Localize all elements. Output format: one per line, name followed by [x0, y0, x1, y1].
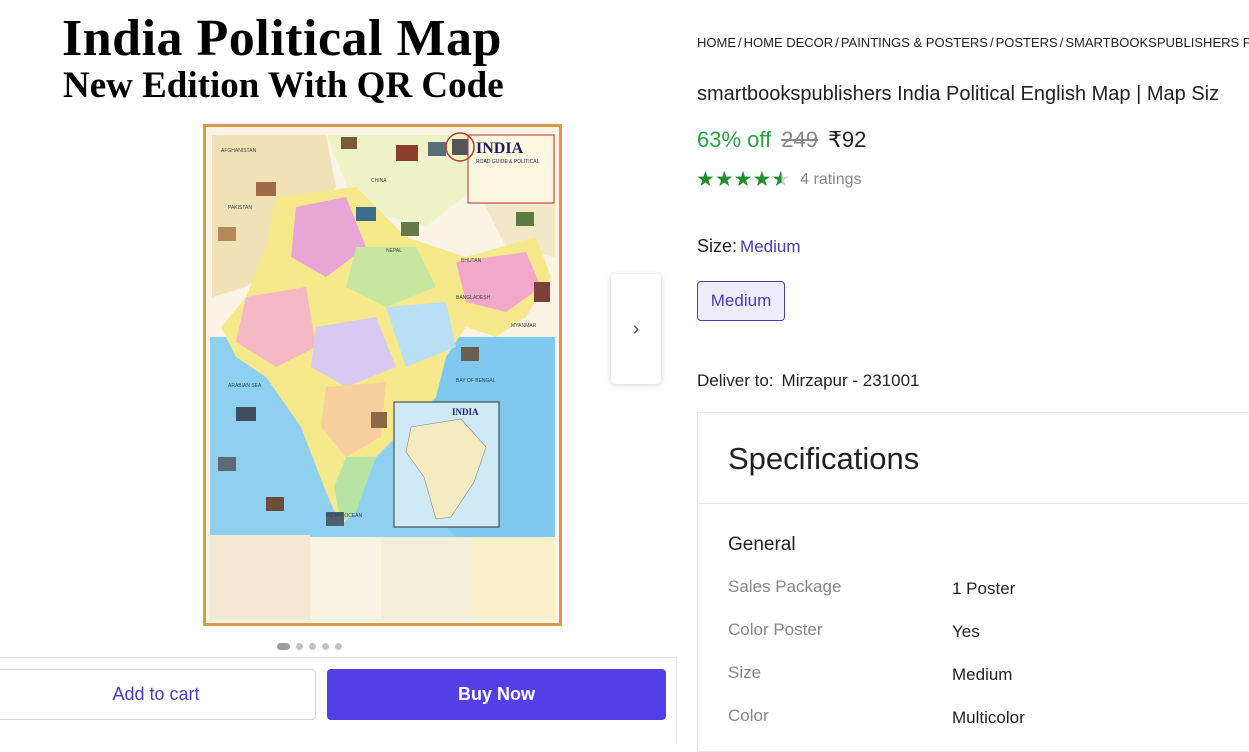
spec-value: Medium — [952, 665, 1013, 684]
label-myanmar: MYANMAR — [511, 323, 537, 329]
spec-key: Size — [728, 663, 762, 682]
carousel-dot[interactable] — [277, 643, 290, 650]
label-afghanistan: AFGHANISTAN — [221, 148, 257, 154]
label-china: CHINA — [371, 178, 387, 184]
poster-subtitle: New Edition With QR Code — [63, 65, 504, 106]
spec-key: Color Poster — [728, 620, 823, 639]
breadcrumb: HOME / HOME DECOR / PAINTINGS & POSTERS / POST… — [697, 35, 1249, 50]
poster-title: India Political Map — [62, 10, 502, 67]
breadcrumb-home-decor[interactable]: HOME DECOR — [744, 35, 834, 50]
star-icon: ★ — [733, 168, 753, 191]
carousel-dot[interactable] — [296, 643, 303, 650]
inset-heading: INDIA — [452, 407, 479, 417]
map-subheading: ROAD GUIDE & POLITICAL — [476, 159, 540, 165]
star-icon: ★ — [696, 168, 715, 191]
product-image[interactable]: INDIA ROAD GUIDE & POLITICAL INDIA AFGHA… — [203, 124, 562, 626]
label-bhutan: BHUTAN — [461, 258, 482, 264]
discount-label: 63% off — [697, 127, 772, 152]
star-icon: ★ — [752, 168, 772, 191]
spec-value: Multicolor — [952, 708, 1025, 727]
rating-count[interactable]: 4 ratings — [800, 171, 861, 189]
label-bangladesh: BANGLADESH — [456, 295, 491, 301]
spec-row: Color Multicolor — [728, 706, 1228, 736]
delivery-pincode[interactable]: Mirzapur - 231001 — [782, 371, 920, 390]
breadcrumb-posters[interactable]: POSTERS — [996, 35, 1058, 50]
india-map-illustration: INDIA ROAD GUIDE & POLITICAL INDIA AFGHA… — [206, 127, 559, 623]
spec-section-general: General — [728, 534, 796, 555]
rating-row[interactable]: ★ ★ ★ ★ ★ 4 ratings — [696, 168, 862, 192]
carousel-dot[interactable] — [335, 643, 342, 650]
size-selector-label: Size: Medium — [697, 236, 801, 257]
deliver-to-label: Deliver to: — [697, 371, 774, 390]
chevron-right-icon: › — [632, 317, 640, 340]
spec-row: Sales Package 1 Poster — [728, 577, 1228, 607]
label-indian-ocean: INDIAN OCEAN — [326, 513, 363, 519]
breadcrumb-separator: / — [1059, 35, 1064, 50]
original-price: 249 — [781, 127, 818, 152]
selected-size-value: Medium — [740, 237, 801, 256]
breadcrumb-separator: / — [738, 35, 742, 50]
spec-row: Color Poster Yes — [728, 620, 1228, 650]
breadcrumb-separator: / — [835, 35, 839, 50]
map-heading: INDIA — [476, 140, 524, 157]
star-icon: ★ — [714, 168, 734, 191]
half-star-icon: ★ — [771, 168, 791, 191]
carousel-dot[interactable] — [322, 643, 329, 650]
specifications-header: Specifications — [698, 413, 1249, 504]
size-option-medium[interactable]: Medium — [697, 281, 785, 321]
breadcrumb-home[interactable]: HOME — [697, 35, 736, 50]
breadcrumb-brand[interactable]: SMARTBOOKSPUBLISHERS POS — [1065, 35, 1249, 50]
spec-value: Yes — [952, 622, 980, 641]
carousel-next-button[interactable]: › — [611, 274, 661, 384]
add-to-cart-button[interactable]: Add to cart — [0, 669, 316, 720]
selling-price: ₹92 — [827, 127, 867, 152]
specifications-title: Specifications — [728, 441, 920, 476]
carousel-indicator — [277, 643, 342, 650]
spec-value: 1 Poster — [952, 579, 1016, 598]
star-rating: ★ ★ ★ ★ ★ — [696, 168, 790, 192]
product-title: smartbookspublishers India Political Eng… — [697, 83, 1220, 105]
spec-key: Color — [728, 706, 769, 725]
price-row: 63% off 249 ₹92 — [697, 127, 866, 153]
breadcrumb-separator: / — [989, 35, 994, 50]
label-bay-of-bengal: BAY OF BENGAL — [456, 378, 496, 384]
buy-now-button[interactable]: Buy Now — [327, 669, 666, 720]
delivery-location[interactable]: Deliver to: Mirzapur - 231001 — [697, 371, 920, 391]
specifications-panel: Specifications General Sales Package 1 P… — [697, 412, 1249, 752]
breadcrumb-paintings-posters[interactable]: PAINTINGS & POSTERS — [841, 35, 988, 50]
spec-key: Sales Package — [728, 577, 842, 596]
spec-row: Size Medium — [728, 663, 1228, 693]
size-label-text: Size: — [697, 236, 738, 256]
carousel-dot[interactable] — [309, 643, 316, 650]
label-arabian-sea: ARABIAN SEA — [228, 383, 262, 389]
label-nepal: NEPAL — [386, 248, 402, 254]
label-pakistan: PAKISTAN — [228, 205, 252, 211]
